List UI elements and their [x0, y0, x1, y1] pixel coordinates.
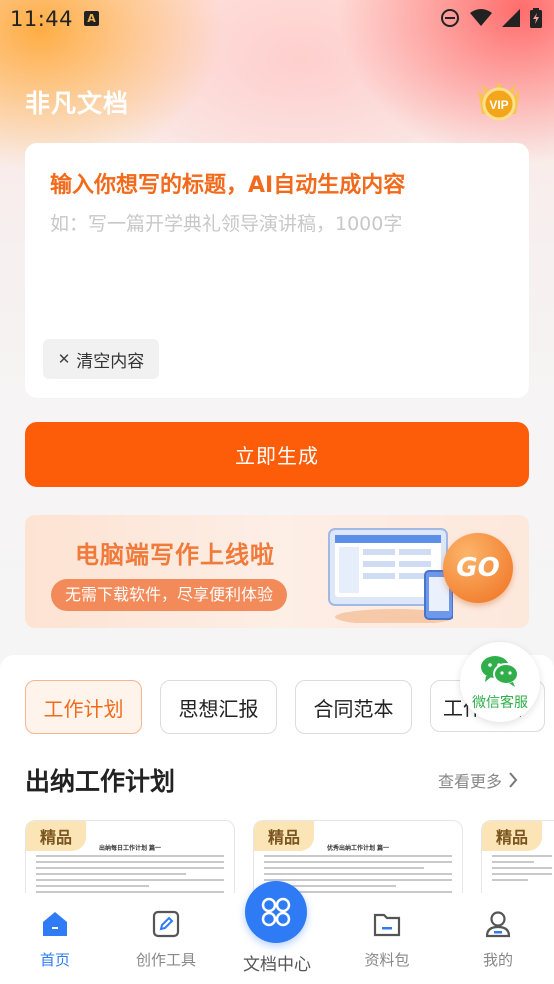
nav-creation-tools-label: 创作工具 — [135, 951, 196, 969]
nav-creation-tools[interactable]: 创作工具 — [121, 893, 211, 984]
tab-contract-template[interactable]: 合同范本 — [295, 680, 412, 734]
doc-center-label: 文档中心 — [243, 955, 311, 975]
grid-icon — [261, 897, 291, 927]
vip-text: VIP — [489, 98, 508, 112]
section-title: 出纳工作计划 — [25, 767, 176, 796]
app-title: 非凡文档 — [25, 89, 130, 118]
profile-icon — [485, 911, 511, 938]
nav-resource-pack-label: 资料包 — [364, 951, 410, 969]
doc-preview-lines — [492, 855, 552, 885]
doc-heading: 优秀出纳工作计划 篇一 — [326, 845, 390, 852]
wechat-service-label: 微信客服 — [472, 695, 528, 711]
premium-badge: 精品 — [482, 821, 542, 851]
input-title: 输入你想写的标题，AI自动生成内容 — [50, 173, 406, 198]
doc-heading: 出纳每日工作计划 篇一 — [98, 845, 162, 852]
tab-thought-report[interactable]: 思想汇报 — [160, 680, 277, 734]
nav-profile[interactable]: 我的 — [453, 893, 543, 984]
wechat-icon — [481, 656, 519, 687]
doc-preview-lines — [36, 855, 224, 897]
doc-center-button[interactable] — [245, 881, 307, 943]
vip-badge[interactable]: VIP — [472, 80, 526, 126]
clear-content-button[interactable]: ✕ 清空内容 — [43, 339, 159, 379]
nav-profile-label: 我的 — [482, 951, 513, 969]
nav-resource-pack[interactable]: 资料包 — [342, 893, 432, 984]
view-more-link[interactable]: 查看更多 — [438, 768, 518, 792]
banner-subtitle: 无需下载软件，尽享便利体验 — [51, 579, 288, 611]
vip-crown-icon: VIP — [478, 82, 520, 121]
battery-charging-icon — [530, 8, 542, 28]
generate-button[interactable]: 立即生成 — [25, 422, 529, 487]
go-button[interactable]: GO — [443, 533, 513, 603]
signal-icon — [502, 9, 520, 27]
chevron-right-icon — [509, 772, 518, 788]
wifi-icon — [470, 9, 492, 26]
nav-home-label: 首页 — [39, 951, 70, 969]
home-icon — [43, 912, 67, 936]
prompt-input-placeholder[interactable]: 如：写一篇开学典礼领导演讲稿，1000字 — [50, 209, 402, 236]
status-bar: 11:44 A — [0, 0, 554, 38]
view-more-label: 查看更多 — [438, 772, 503, 791]
edit-icon — [152, 910, 180, 938]
desktop-monitor-illustration — [328, 528, 453, 623]
close-icon: ✕ — [57, 350, 71, 368]
banner-title: 电脑端写作上线啦 — [75, 541, 275, 569]
status-icons — [440, 8, 542, 28]
status-time: 11:44 — [10, 7, 74, 31]
a-app-icon: A — [84, 11, 99, 26]
tab-work-plan[interactable]: 工作计划 — [25, 680, 142, 734]
prompt-input-card[interactable]: 输入你想写的标题，AI自动生成内容 如：写一篇开学典礼领导演讲稿，1000字 ✕… — [25, 143, 529, 398]
wechat-service-button[interactable]: 微信客服 — [460, 642, 540, 722]
desktop-promo-banner[interactable]: 电脑端写作上线啦 无需下载软件，尽享便利体验 GO — [25, 515, 529, 628]
nav-home[interactable]: 首页 — [10, 893, 100, 984]
folder-icon — [373, 913, 401, 937]
clear-content-label: 清空内容 — [76, 351, 145, 372]
do-not-disturb-icon — [441, 9, 459, 27]
